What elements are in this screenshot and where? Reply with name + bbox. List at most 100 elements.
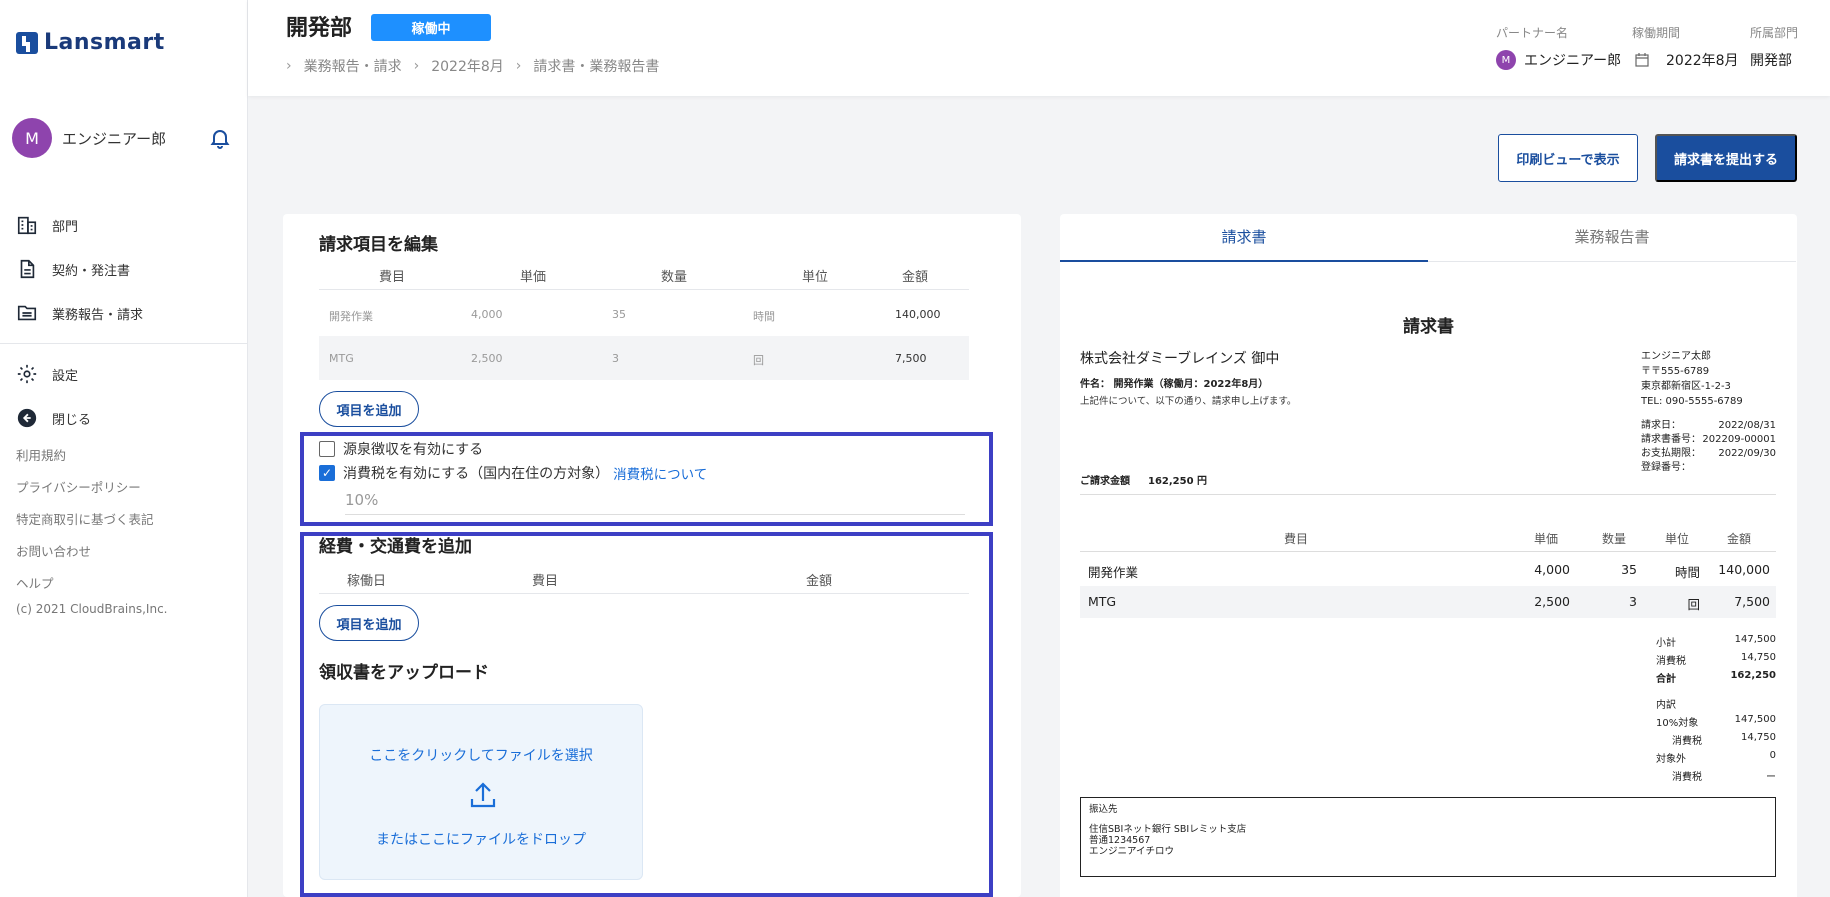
sidebar-item-close[interactable]: 閉じる (0, 396, 248, 440)
consumption-tax-option[interactable]: 消費税を有効にする（国内在住の方対象） 消費税について (319, 463, 707, 483)
column-header: 単価 (1534, 532, 1559, 546)
summary-key: 小計 (1656, 638, 1676, 649)
arrow-left-circle-icon (17, 408, 37, 428)
partner-name: エンジニアー郎 (1524, 53, 1622, 69)
tab-report[interactable]: 業務報告書 (1428, 214, 1796, 262)
cell-price[interactable]: 4,000 (471, 308, 503, 321)
bank-label: 振込先 (1089, 804, 1118, 815)
column-header: 費目 (1284, 532, 1309, 546)
avatar: M (1496, 50, 1516, 70)
footer-link-privacy[interactable]: プライバシーポリシー (16, 472, 168, 504)
avatar[interactable]: M (12, 118, 52, 158)
print-view-button[interactable]: 印刷ビューで表示 (1498, 134, 1638, 182)
withholding-option[interactable]: 源泉徴収を有効にする (319, 439, 483, 459)
department-label: 所属部門 (1750, 26, 1799, 40)
sidebar-item-settings[interactable]: 設定 (0, 352, 248, 396)
tax-rate-field[interactable]: 10% (345, 487, 965, 515)
issuer-tel: TEL: 090-5555-6789 (1641, 396, 1743, 407)
breakdown-key: 対象外 (1656, 754, 1686, 765)
sidebar-item-label: 契約・発注書 (52, 263, 131, 279)
issuer-name: エンジニア太郎 (1641, 351, 1711, 362)
submit-invoice-button[interactable]: 請求書を提出する (1655, 134, 1797, 182)
cell-qty[interactable]: 35 (612, 308, 626, 321)
summary-value: 162,250 (1730, 670, 1776, 681)
column-header: 単位 (802, 270, 829, 285)
sidebar-item-contracts[interactable]: 契約・発注書 (0, 247, 248, 291)
breakdown-value: 147,500 (1734, 714, 1776, 725)
bank-account: 普通1234567 (1089, 835, 1151, 846)
breakdown-value: 0 (1769, 750, 1776, 761)
cell-amount: 7,500 (895, 352, 927, 365)
department-text: 開発部 (1750, 53, 1792, 69)
cell-item: MTG (1088, 594, 1117, 609)
breadcrumb: › 業務報告・請求 › 2022年8月 › 請求書・業務報告書 (286, 56, 671, 76)
consumption-tax-help-link[interactable]: 消費税について (613, 463, 707, 483)
cell-item[interactable]: 開発作業 (329, 308, 373, 324)
breakdown-value: 14,750 (1741, 732, 1776, 743)
sidebar-item-label: 業務報告・請求 (52, 307, 144, 323)
table-row: MTG 2,500 3 回 7,500 (1080, 586, 1776, 618)
total-value: 162,250 円 (1148, 476, 1208, 487)
chevron-right-icon: › (413, 58, 420, 74)
breakdown-key: 消費税 (1672, 772, 1702, 783)
footer-link-terms[interactable]: 利用規約 (16, 440, 168, 472)
cell-unit[interactable]: 回 (753, 352, 764, 368)
add-billing-item-button[interactable]: 項目を追加 (319, 391, 419, 427)
column-header: 金額 (806, 574, 833, 589)
cell-item[interactable]: MTG (329, 352, 354, 365)
logo[interactable]: Lansmart (16, 30, 165, 55)
cell-price[interactable]: 2,500 (471, 352, 503, 365)
column-header: 稼働日 (347, 574, 387, 589)
edit-items-card: 請求項目を編集 費目 単価 数量 単位 金額 開発作業 4,000 35 時間 … (283, 214, 1021, 897)
cell-price: 2,500 (1534, 594, 1570, 609)
table-row[interactable]: MTG 2,500 3 回 7,500 (319, 336, 969, 380)
receipt-dropzone[interactable]: ここをクリックしてファイルを選択 またはここにファイルをドロップ (319, 704, 643, 880)
cell-price: 4,000 (1534, 562, 1570, 577)
invoice-items-header: 費目 単価 数量 単位 金額 (1080, 524, 1776, 552)
partner-value: M エンジニアー郎 (1496, 50, 1621, 70)
cell-unit[interactable]: 時間 (753, 308, 775, 324)
invoice-subject: 件名： 開発作業（稼働月：2022年8月） (1080, 379, 1269, 390)
consumption-tax-checkbox[interactable] (319, 465, 335, 481)
invoice-preview: 請求書 株式会社ダミーブレインズ 御中 件名： 開発作業（稼働月：2022年8月… (1060, 262, 1797, 897)
status-badge: 稼働中 (371, 14, 491, 41)
expenses-header: 稼働日 費目 金額 (319, 562, 969, 594)
breadcrumb-item[interactable]: 2022年8月 (431, 56, 504, 76)
table-row[interactable]: 開発作業 4,000 35 時間 140,000 (319, 292, 969, 336)
sidebar-item-reports[interactable]: 業務報告・請求 (0, 291, 248, 335)
bell-icon[interactable] (208, 126, 232, 150)
info-row: 登録番号： (1641, 461, 1776, 475)
add-expense-button[interactable]: 項目を追加 (319, 605, 419, 641)
summary-row: 合計 162,250 (1656, 670, 1776, 685)
period-text: 2022年8月 (1666, 53, 1739, 69)
issuer-postal: 〒〒555-6789 (1641, 366, 1710, 377)
issuer-address: 東京都新宿区-1-2-3 (1641, 381, 1731, 392)
edit-items-title: 請求項目を編集 (319, 235, 438, 255)
tab-invoice[interactable]: 請求書 (1060, 214, 1428, 262)
chevron-right-icon: › (515, 58, 522, 74)
info-value: 202209-00001 (1702, 434, 1776, 445)
footer-link-commerce[interactable]: 特定商取引に基づく表記 (16, 504, 168, 536)
summary-row: 小計 147,500 (1656, 634, 1776, 649)
cell-amount: 7,500 (1734, 594, 1770, 609)
user-profile: M エンジニアー郎 (12, 118, 232, 158)
info-key: 請求日： (1641, 420, 1681, 431)
cell-qty[interactable]: 3 (612, 352, 619, 365)
cell-amount: 140,000 (895, 308, 941, 321)
withholding-checkbox[interactable] (319, 441, 335, 457)
period-value: 2022年8月 (1634, 50, 1739, 70)
breakdown-row: 消費税 ー (1656, 768, 1776, 783)
upload-click-text[interactable]: ここをクリックしてファイルを選択 (320, 745, 642, 765)
sidebar-item-department[interactable]: 部門 (0, 203, 248, 247)
footer-link-help[interactable]: ヘルプ (16, 568, 168, 600)
footer-link-contact[interactable]: お問い合わせ (16, 536, 168, 568)
info-value: 2022/09/30 (1718, 448, 1776, 459)
edit-items-header: 費目 単価 数量 単位 金額 (319, 258, 969, 290)
breadcrumb-item[interactable]: 業務報告・請求 (304, 56, 402, 76)
breakdown-title: 内訳 (1656, 700, 1676, 711)
invoice-title: 請求書 (1403, 317, 1454, 337)
sidebar-item-label: 設定 (52, 368, 79, 384)
receipt-upload-title: 領収書をアップロード (319, 663, 489, 683)
preview-card: 請求書 業務報告書 請求書 株式会社ダミーブレインズ 御中 件名： 開発作業（稼… (1060, 214, 1797, 897)
